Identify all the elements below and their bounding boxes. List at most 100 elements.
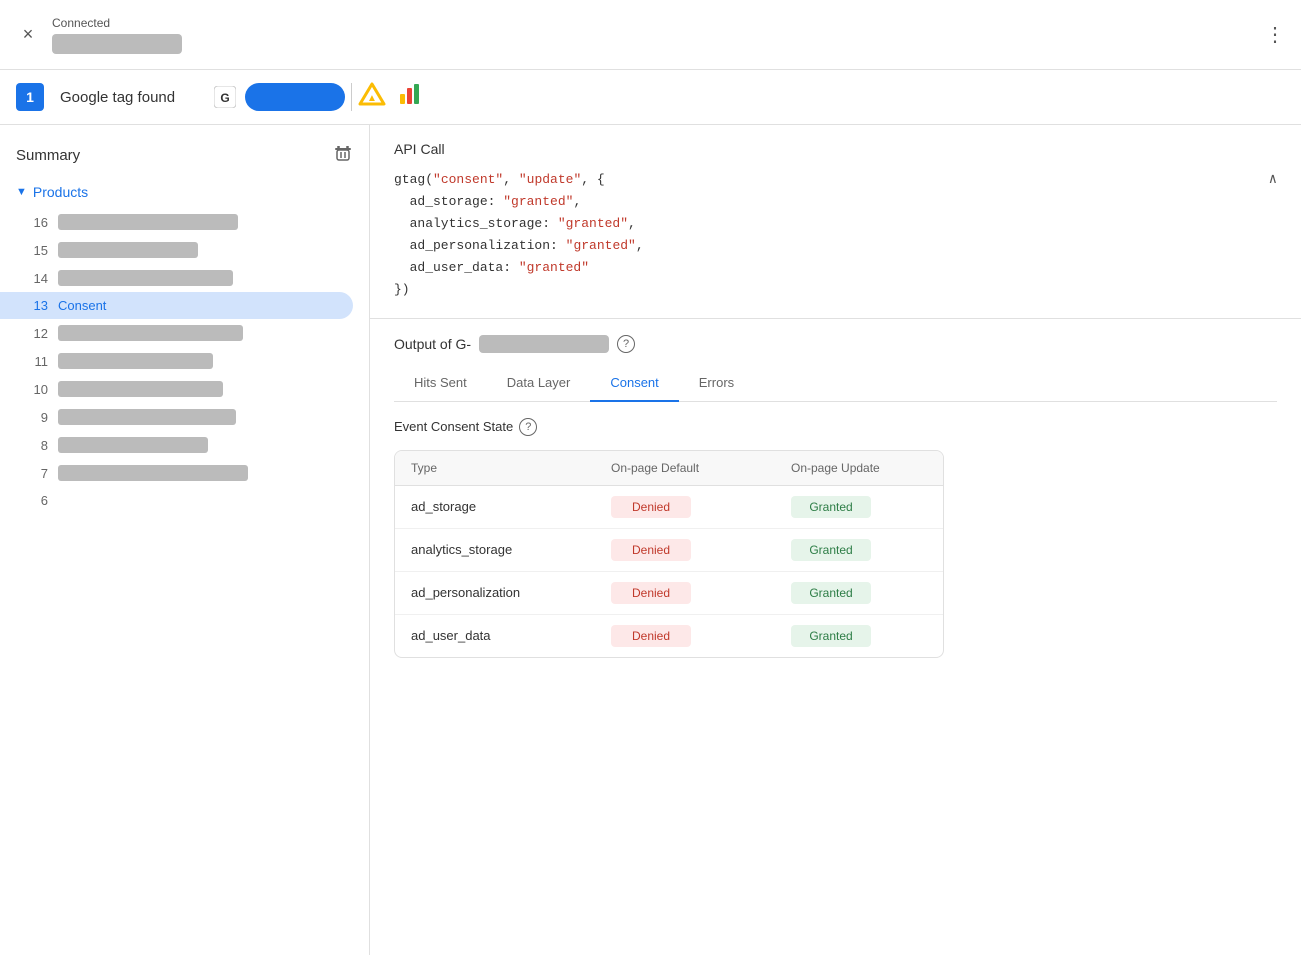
table-row-ad-user-data: ad_user_data Denied Granted (395, 615, 943, 657)
item-bar-10 (58, 381, 223, 397)
output-tag-id (479, 335, 609, 353)
update-analytics-storage: Granted (791, 539, 871, 561)
products-header[interactable]: ▼ Products (0, 180, 369, 208)
item-bar-16 (58, 214, 238, 230)
sidebar-item-13[interactable]: 13 Consent (0, 292, 353, 319)
sidebar-item-12[interactable]: 12 (0, 319, 353, 347)
products-label: Products (33, 184, 88, 200)
item-bar-9 (58, 409, 236, 425)
main-layout: Summary ▼ Products 16 15 14 13 Consent (0, 125, 1301, 955)
sidebar-item-7[interactable]: 7 (0, 459, 353, 487)
default-ad-user-data: Denied (611, 625, 691, 647)
item-bar-7 (58, 465, 248, 481)
item-bar-11 (58, 353, 213, 369)
default-ad-storage: Denied (611, 496, 691, 518)
tag-header: 1 Google tag found G ▲ (0, 70, 1301, 125)
item-bar-15 (58, 242, 198, 258)
close-button[interactable]: × (16, 23, 40, 47)
analytics-icon (396, 80, 424, 114)
item-label-13: Consent (58, 298, 106, 313)
default-analytics-storage: Denied (611, 539, 691, 561)
code-line-analytics: analytics_storage: "granted", (394, 213, 1277, 235)
item-num-16: 16 (28, 215, 48, 230)
code-block: ∧ gtag("consent", "update", { ad_storage… (394, 169, 1277, 302)
code-line-ad-user: ad_user_data: "granted" (394, 257, 1277, 279)
content-area: API Call ∧ gtag("consent", "update", { a… (370, 125, 1301, 955)
sidebar-item-10[interactable]: 10 (0, 375, 353, 403)
item-bar-8 (58, 437, 208, 453)
item-num-15: 15 (28, 243, 48, 258)
sidebar-item-9[interactable]: 9 (0, 403, 353, 431)
consent-table: Type On-page Default On-page Update ad_s… (394, 450, 944, 658)
sidebar-item-8[interactable]: 8 (0, 431, 353, 459)
summary-label: Summary (16, 147, 80, 164)
output-help-icon[interactable]: ? (617, 335, 635, 353)
default-ad-personalization: Denied (611, 582, 691, 604)
item-bar-14 (58, 270, 233, 286)
item-num-7: 7 (28, 466, 48, 481)
tag-icons: G ▲ (211, 80, 424, 114)
tag-blue-pill (245, 83, 345, 111)
item-num-12: 12 (28, 326, 48, 341)
top-bar-status: Connected (52, 16, 182, 54)
tag-number-badge: 1 (16, 83, 44, 111)
item-num-8: 8 (28, 438, 48, 453)
table-row-analytics-storage: analytics_storage Denied Granted (395, 529, 943, 572)
col-type-header: Type (411, 461, 611, 475)
tab-data-layer[interactable]: Data Layer (487, 365, 591, 402)
gtag-icon: G (211, 83, 239, 111)
item-num-6: 6 (28, 493, 48, 508)
output-header: Output of G- ? (394, 335, 1277, 353)
tag-separator (351, 83, 352, 111)
sidebar-item-14[interactable]: 14 (0, 264, 353, 292)
table-row-ad-personalization: ad_personalization Denied Granted (395, 572, 943, 615)
trash-icon[interactable] (333, 143, 353, 168)
output-title: Output of G- (394, 336, 471, 352)
type-analytics-storage: analytics_storage (411, 542, 611, 557)
consent-title-row: Event Consent State ? (394, 418, 1277, 436)
update-ad-user-data: Granted (791, 625, 871, 647)
update-ad-storage: Granted (791, 496, 871, 518)
code-line-1: gtag("consent", "update", { (394, 169, 1277, 191)
code-line-ad-pers: ad_personalization: "granted", (394, 235, 1277, 257)
tab-consent[interactable]: Consent (590, 365, 678, 402)
tab-hits-sent[interactable]: Hits Sent (394, 365, 487, 402)
consent-table-header: Type On-page Default On-page Update (395, 451, 943, 486)
sidebar: Summary ▼ Products 16 15 14 13 Consent (0, 125, 370, 955)
sidebar-item-15[interactable]: 15 (0, 236, 353, 264)
top-bar-left: × Connected (16, 16, 182, 54)
item-bar-12 (58, 325, 243, 341)
tabs: Hits Sent Data Layer Consent Errors (394, 365, 1277, 402)
item-num-13: 13 (28, 298, 48, 313)
update-ad-personalization: Granted (791, 582, 871, 604)
type-ad-personalization: ad_personalization (411, 585, 611, 600)
table-row-ad-storage: ad_storage Denied Granted (395, 486, 943, 529)
item-num-9: 9 (28, 410, 48, 425)
item-num-10: 10 (28, 382, 48, 397)
type-ad-user-data: ad_user_data (411, 628, 611, 643)
api-call-title: API Call (394, 141, 1277, 157)
code-line-ad-storage: ad_storage: "granted", (394, 191, 1277, 213)
svg-text:G: G (220, 91, 229, 105)
sidebar-summary: Summary (0, 137, 369, 180)
chevron-down-icon: ▼ (16, 186, 27, 198)
col-update-header: On-page Update (791, 461, 944, 475)
svg-text:▲: ▲ (367, 93, 377, 104)
output-section: Output of G- ? Hits Sent Data Layer Cons… (370, 319, 1301, 682)
top-bar: × Connected ⋮ (0, 0, 1301, 70)
consent-section: Event Consent State ? Type On-page Defau… (394, 418, 1277, 682)
collapse-button[interactable]: ∧ (1269, 169, 1277, 193)
api-call-section: API Call ∧ gtag("consent", "update", { a… (370, 125, 1301, 319)
tab-errors[interactable]: Errors (679, 365, 754, 402)
type-ad-storage: ad_storage (411, 499, 611, 514)
sidebar-item-6[interactable]: 6 (0, 487, 353, 514)
item-num-14: 14 (28, 271, 48, 286)
consent-help-icon[interactable]: ? (519, 418, 537, 436)
three-dots-menu[interactable]: ⋮ (1265, 22, 1285, 47)
sidebar-item-11[interactable]: 11 (0, 347, 353, 375)
item-num-11: 11 (28, 354, 48, 369)
google-ads-icon: ▲ (358, 80, 386, 114)
sidebar-item-16[interactable]: 16 (0, 208, 353, 236)
connected-text: Connected (52, 16, 182, 30)
consent-title: Event Consent State (394, 419, 513, 434)
